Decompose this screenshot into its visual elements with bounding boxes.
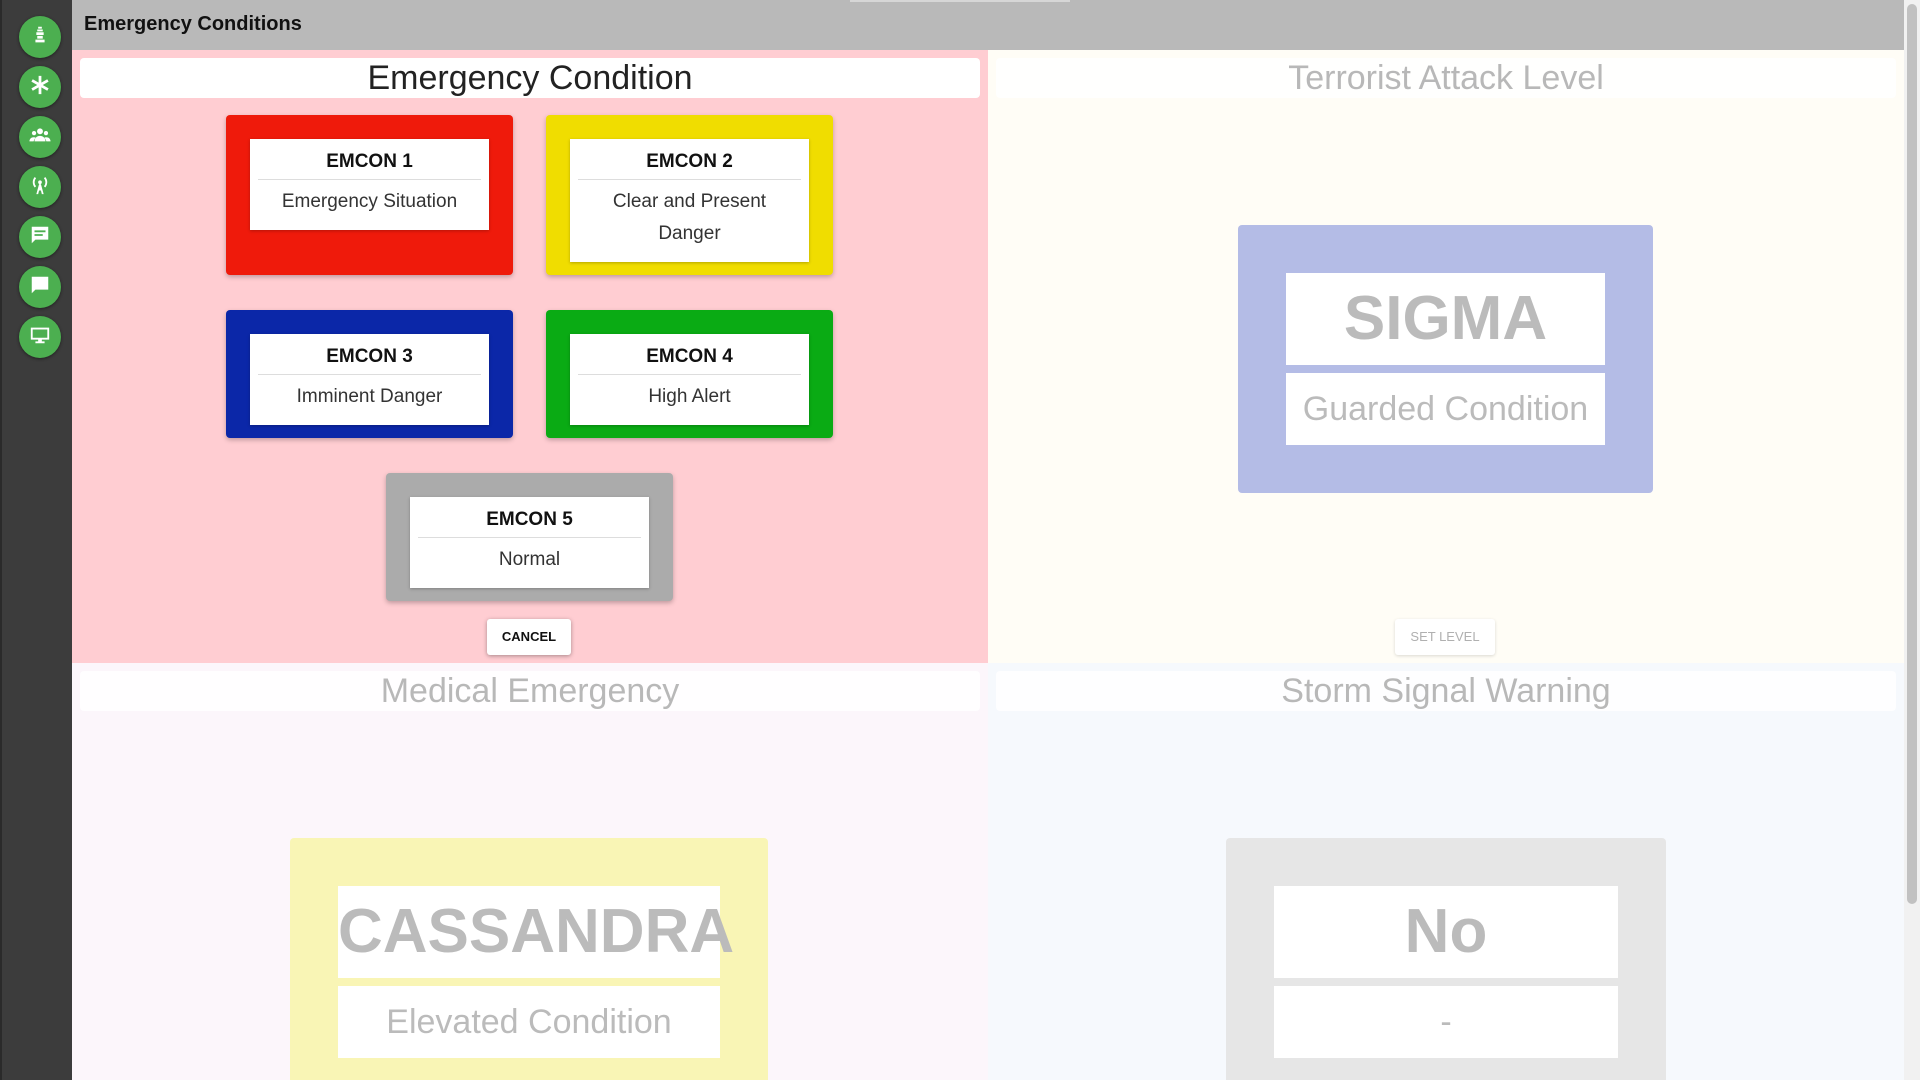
message-dots-button[interactable]	[19, 266, 61, 308]
emcon-description: Imminent Danger	[296, 386, 443, 407]
icon-sidebar	[0, 0, 72, 1080]
asterisk-button[interactable]	[19, 66, 61, 108]
emcon-card: EMCON 1 Emergency Situation	[250, 139, 489, 230]
level-description: Elevated Condition	[338, 986, 720, 1058]
people-button[interactable]	[19, 116, 61, 158]
emcon-3-button[interactable]: EMCON 3 Imminent Danger	[226, 310, 513, 438]
medical-emergency-panel: Medical Emergency CASSANDRA Elevated Con…	[72, 663, 988, 1080]
broadcast-icon	[29, 174, 51, 201]
chat-button[interactable]	[19, 216, 61, 258]
emcon-card: EMCON 2 Clear and Present Danger	[570, 139, 809, 262]
emcon-card: EMCON 3 Imminent Danger	[250, 334, 489, 425]
chat-icon	[29, 224, 51, 251]
set-level-button[interactable]: SET LEVEL	[1395, 619, 1495, 655]
emergency-condition-panel: Emergency Condition EMCON 1 Emergency Si…	[72, 50, 988, 663]
page-title: Emergency Conditions	[84, 13, 302, 35]
panel-title: Medical Emergency	[80, 671, 980, 711]
drag-handle	[850, 0, 1070, 2]
emcon-description: Emergency Situation	[281, 191, 458, 212]
level-description: Guarded Condition	[1286, 373, 1605, 445]
emcon-name: EMCON 2	[578, 139, 801, 180]
level-name: CASSANDRA	[338, 886, 734, 978]
tower-icon	[29, 24, 51, 51]
emcon-description: Normal	[498, 549, 561, 570]
emcon-name: EMCON 1	[258, 139, 481, 180]
emcon-name: EMCON 5	[418, 497, 641, 538]
people-icon	[29, 124, 51, 151]
terrorist-level-indicator[interactable]: SIGMA Guarded Condition	[1238, 225, 1653, 493]
storm-signal-panel: Storm Signal Warning No Warning -	[988, 663, 1904, 1080]
monitor-button[interactable]	[19, 316, 61, 358]
scrollbar-thumb[interactable]	[1907, 4, 1917, 904]
broadcast-button[interactable]	[19, 166, 61, 208]
emcon-4-button[interactable]: EMCON 4 High Alert	[546, 310, 833, 438]
asterisk-icon	[29, 74, 51, 101]
level-name: No Warning	[1274, 886, 1618, 1058]
emcon-name: EMCON 4	[578, 334, 801, 375]
emcon-card: EMCON 4 High Alert	[570, 334, 809, 425]
emcon-1-button[interactable]: EMCON 1 Emergency Situation	[226, 115, 513, 275]
terrorist-attack-panel: Terrorist Attack Level SIGMA Guarded Con…	[988, 50, 1904, 663]
cancel-button[interactable]: CANCEL	[487, 619, 571, 655]
vertical-scrollbar[interactable]	[1904, 0, 1920, 1080]
emcon-card: EMCON 5 Normal	[410, 497, 649, 588]
medical-level-indicator[interactable]: CASSANDRA Elevated Condition	[290, 838, 768, 1080]
emcon-name: EMCON 3	[258, 334, 481, 375]
emcon-5-button[interactable]: EMCON 5 Normal	[386, 473, 673, 601]
storm-level-indicator[interactable]: No Warning -	[1226, 838, 1666, 1080]
top-bar: Emergency Conditions	[72, 0, 1904, 50]
level-description: -	[1274, 986, 1618, 1058]
emcon-description: Clear and Present Danger	[612, 191, 767, 244]
panel-title: Terrorist Attack Level	[996, 58, 1896, 98]
tower-button[interactable]	[19, 16, 61, 58]
message-dots-icon	[29, 274, 51, 301]
emcon-description: High Alert	[648, 386, 731, 407]
panel-title: Emergency Condition	[80, 58, 980, 98]
level-name: SIGMA	[1286, 273, 1605, 365]
panel-title: Storm Signal Warning	[996, 671, 1896, 711]
monitor-icon	[29, 324, 51, 351]
emcon-2-button[interactable]: EMCON 2 Clear and Present Danger	[546, 115, 833, 275]
